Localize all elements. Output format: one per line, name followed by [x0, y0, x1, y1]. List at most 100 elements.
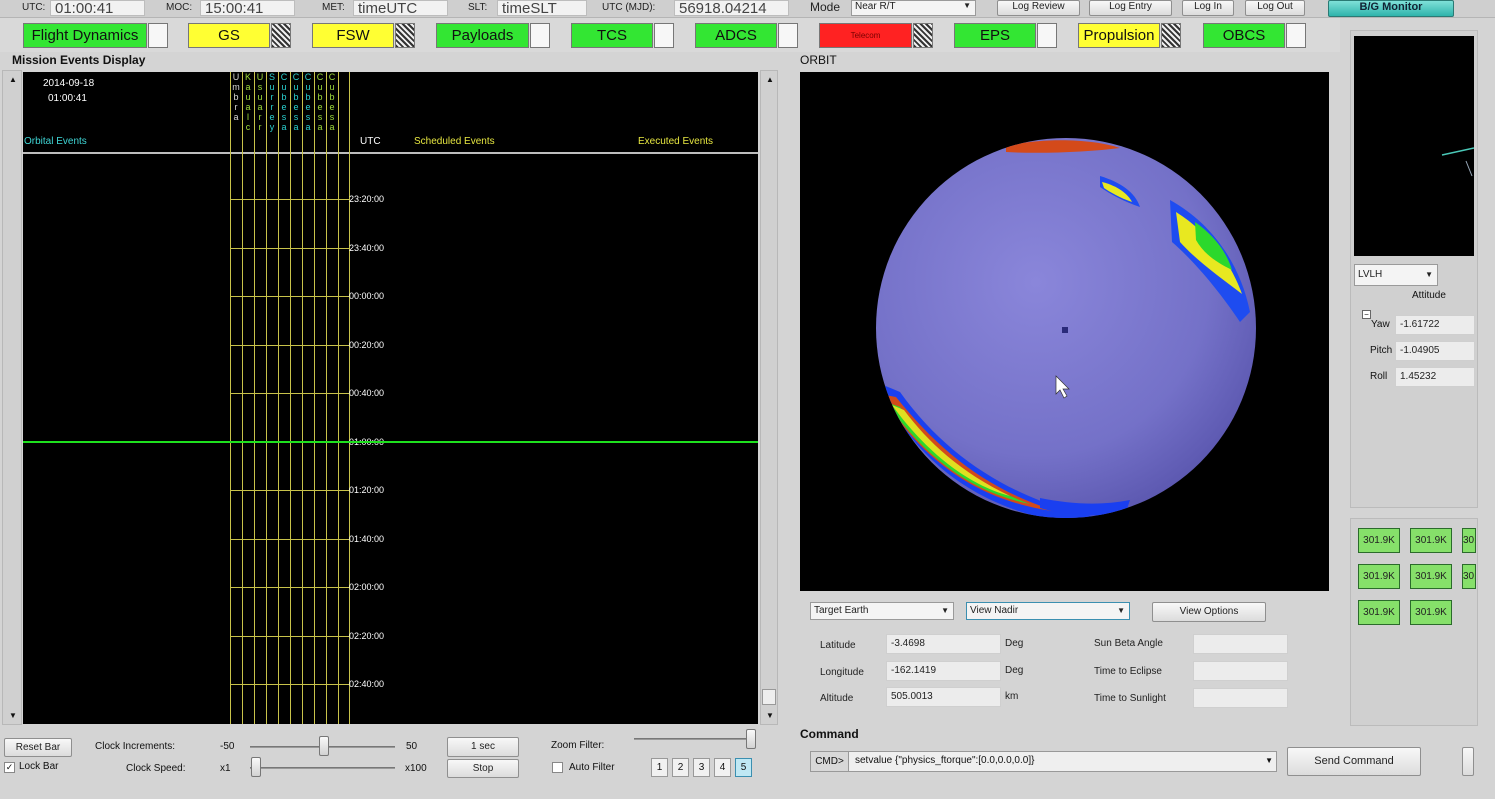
collapse-icon[interactable]: −	[1362, 310, 1371, 319]
log-out-button[interactable]: Log Out	[1245, 0, 1305, 16]
subsystem-eps-indicator	[1037, 23, 1057, 48]
subsystem-fsw[interactable]: FSW	[312, 23, 394, 48]
event-column-header: Cubesa	[316, 72, 324, 132]
met-label: MET:	[322, 2, 345, 13]
view-select[interactable]: View Nadir ▼	[966, 602, 1130, 620]
subsystem-telecom[interactable]: Telecom	[819, 23, 912, 48]
increment-max-label: 50	[406, 741, 418, 752]
orbital-events-header: Orbital Events	[24, 136, 87, 147]
subsystem-eps[interactable]: EPS	[954, 23, 1036, 48]
temperature-button-7[interactable]: 301.9K	[1358, 600, 1400, 625]
orbit-title: ORBIT	[800, 53, 837, 67]
command-extra-button[interactable]	[1462, 747, 1474, 776]
temperature-button-1[interactable]: 301.9K	[1358, 528, 1400, 553]
altitude-unit: km	[1005, 691, 1019, 702]
event-column-header: Usuarr	[256, 72, 264, 132]
target-select[interactable]: Target Earth ▼	[810, 602, 954, 620]
clock-speed-slider[interactable]	[251, 757, 261, 777]
mode-select[interactable]: Near R/T ▼	[851, 0, 976, 16]
subsystem-flight-dynamics[interactable]: Flight Dynamics	[23, 23, 147, 48]
temperature-button-2[interactable]: 301.9K	[1410, 528, 1452, 553]
view-select-value: View Nadir	[970, 605, 1019, 616]
temperature-button-3[interactable]: 301.9K	[1462, 528, 1476, 553]
attitude-viewport[interactable]	[1354, 36, 1474, 256]
zoom-level-1[interactable]: 1	[651, 758, 668, 777]
time-tick-label: 00:00:00	[349, 291, 385, 301]
log-review-button[interactable]: Log Review	[997, 0, 1080, 16]
scroll-thumb[interactable]	[762, 689, 776, 705]
subsystem-gs[interactable]: GS	[188, 23, 270, 48]
clock-increments-label: Clock Increments:	[95, 741, 176, 752]
time-tick-label: 23:40:00	[349, 242, 385, 253]
temperature-button-6[interactable]: 301.9K	[1462, 564, 1476, 589]
orbit-viewport[interactable]	[800, 72, 1329, 591]
subsystem-propulsion-indicator	[1161, 23, 1181, 48]
time-sunlight-label: Time to Sunlight	[1094, 693, 1166, 704]
subsystem-obcs[interactable]: OBCS	[1203, 23, 1285, 48]
reset-bar-button[interactable]: Reset Bar	[4, 738, 72, 757]
time-tick-label: 00:20:00	[349, 339, 385, 350]
zoom-level-2[interactable]: 2	[672, 758, 689, 777]
log-entry-button[interactable]: Log Entry	[1089, 0, 1172, 16]
current-time-line[interactable]	[23, 441, 758, 443]
zoom-filter-slider[interactable]	[746, 729, 756, 749]
scroll-up-icon: ▲	[766, 75, 774, 84]
frame-select[interactable]: LVLH ▼	[1354, 264, 1438, 286]
latitude-label: Latitude	[820, 640, 856, 651]
auto-filter-checkbox[interactable]	[552, 762, 563, 773]
clock-increment-step-button[interactable]: 1 sec	[447, 737, 519, 757]
yaw-label: Yaw	[1371, 319, 1390, 330]
right-scrollbar[interactable]: ▲ ▼	[760, 70, 778, 725]
mjd-label: UTC (MJD):	[602, 2, 656, 13]
event-column-header: Umbra	[232, 72, 240, 122]
target-select-value: Target Earth	[814, 605, 869, 616]
temperature-button-4[interactable]: 301.9K	[1358, 564, 1400, 589]
mjd-clock: 56918.04214	[674, 0, 789, 16]
time-tick-label: 01:40:00	[349, 533, 385, 544]
event-column-line	[338, 72, 339, 724]
longitude-label: Longitude	[820, 667, 864, 678]
send-command-button[interactable]: Send Command	[1287, 747, 1421, 776]
clock-speed-label: Clock Speed:	[126, 763, 186, 774]
zoom-level-5[interactable]: 5	[735, 758, 752, 777]
sun-beta-label: Sun Beta Angle	[1094, 638, 1163, 649]
temperature-button-5[interactable]: 301.9K	[1410, 564, 1452, 589]
pitch-label: Pitch	[1370, 345, 1393, 356]
chevron-down-icon: ▼	[963, 1, 971, 10]
attitude-axes	[1441, 147, 1474, 177]
roll-field: 1.45232	[1395, 367, 1475, 387]
time-tick-label: 02:20:00	[349, 630, 385, 641]
longitude-unit: Deg	[1005, 665, 1024, 676]
header-divider	[23, 152, 758, 154]
zoom-filter-label: Zoom Filter:	[551, 740, 605, 751]
yaw-field: -1.61722	[1395, 315, 1475, 335]
time-tick-label: 01:20:00	[349, 485, 385, 495]
zoom-level-4[interactable]: 4	[714, 758, 731, 777]
mission-events-title: Mission Events Display	[12, 53, 146, 67]
altitude-label: Altitude	[820, 693, 854, 704]
event-time: 01:00:41	[48, 93, 87, 104]
attitude-title: Attitude	[1412, 290, 1446, 301]
subsystem-adcs[interactable]: ADCS	[695, 23, 777, 48]
lock-bar-checkbox[interactable]: ✓	[4, 762, 15, 773]
event-column-line	[242, 72, 243, 724]
view-options-button[interactable]: View Options	[1152, 602, 1266, 622]
executed-events-header: Executed Events	[638, 136, 714, 147]
subsystem-fsw-indicator	[395, 23, 415, 48]
subsystem-payloads[interactable]: Payloads	[436, 23, 529, 48]
event-date: 2014-09-18	[43, 78, 95, 89]
left-scrollbar[interactable]: ▲ ▼	[2, 70, 22, 725]
command-value: setvalue {"physics_ftorque":[0.0,0.0,0.0…	[855, 755, 1035, 766]
temperature-button-8[interactable]: 301.9K	[1410, 600, 1452, 625]
moc-label: MOC:	[166, 2, 193, 13]
bg-monitor-button[interactable]: B/G Monitor	[1328, 0, 1454, 17]
subsystem-tcs[interactable]: TCS	[571, 23, 653, 48]
stop-button[interactable]: Stop	[447, 759, 519, 778]
command-input[interactable]: CMD> setvalue {"physics_ftorque":[0.0,0.…	[810, 751, 1277, 772]
time-gridline	[230, 684, 350, 685]
subsystem-propulsion[interactable]: Propulsion	[1078, 23, 1160, 48]
zoom-level-3[interactable]: 3	[693, 758, 710, 777]
log-in-button[interactable]: Log In	[1182, 0, 1234, 16]
utc-clock: 01:00:41	[50, 0, 145, 16]
clock-increments-slider[interactable]	[319, 736, 329, 756]
